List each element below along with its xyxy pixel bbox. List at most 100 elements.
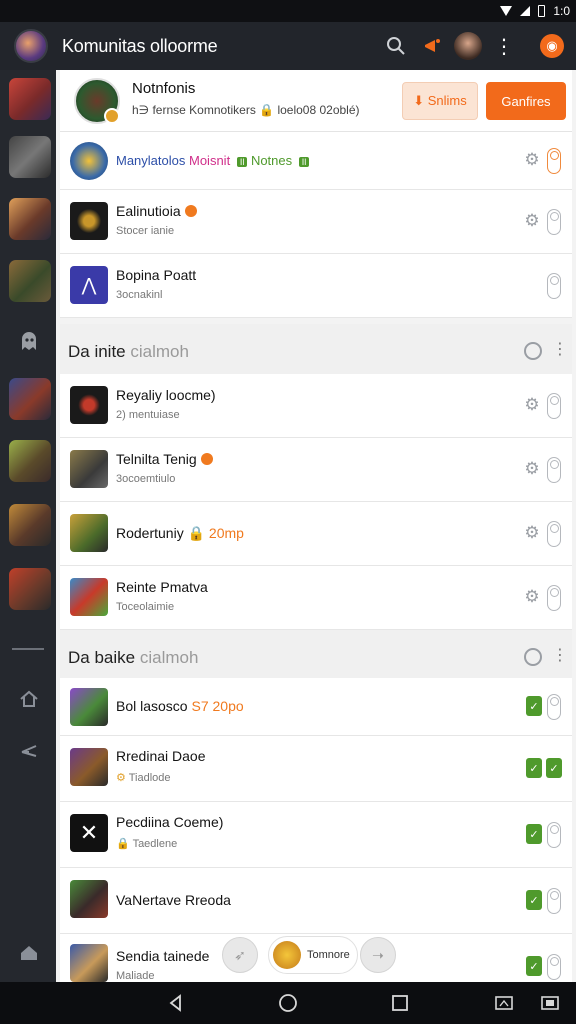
recents-icon[interactable] [388,991,412,1015]
leaf-icon[interactable]: ✓ [526,696,542,716]
item-title: Pecdiina Coeme) [116,814,224,830]
settings-circle-icon[interactable] [524,648,542,666]
leaf-icon[interactable]: ✓ [526,824,542,844]
toggle[interactable] [547,457,561,483]
toggle[interactable] [547,393,561,419]
rail-community-4[interactable] [9,260,51,302]
list-item[interactable]: Rredinai Daoe ⚙ Tiadlode ✓ ✓ [60,736,572,802]
toggle[interactable] [547,273,561,299]
item-title: Bopina Poatt [116,267,197,283]
more-vert-icon[interactable]: ⋮ [552,645,568,665]
rail-community-3[interactable] [9,198,51,240]
gear-icon[interactable]: ⚙ [522,587,542,607]
wifi-icon [500,6,513,16]
orange-circle-icon[interactable]: ◉ [540,34,564,58]
screenshot-icon[interactable] [492,991,516,1015]
item-subtitle: Stocer ianie [116,225,175,237]
list-item[interactable]: ✕ Pecdiina Coeme) 🔒 Taedlene ✓ [60,802,572,868]
toggle[interactable] [547,888,561,914]
gear-icon[interactable]: ⚙ [522,523,542,543]
item-title: Sendia tainede [116,948,210,964]
gear-icon[interactable]: ⚙ [522,211,542,231]
app-header: Komunitas olloorme ⋮ ◉ [0,22,576,70]
gallery-icon[interactable] [538,991,562,1015]
item-subtitle: ⚙ Tiadlode [116,772,171,784]
list-item[interactable]: Bol lasosco S7 20po ✓ [60,678,572,736]
item-thumbnail [70,688,108,726]
rail-community-8[interactable] [9,568,51,610]
list-item[interactable]: Reinte Pmatva Toceolaimie ⚙ [60,566,572,630]
status-bar: 1:0 [0,0,576,22]
section-title: Da baike cialmoh [68,648,199,667]
item-title: VaNertave Rreoda [116,892,231,908]
leaf-icon[interactable]: ✓ [526,956,542,976]
item-thumbnail: ⋀ [70,266,108,304]
toggle[interactable] [547,209,561,235]
section-header: Da baike cialmoh ⋮ [60,630,572,684]
badge-icon [104,108,120,124]
back-circle-button[interactable]: ➶ [222,937,258,973]
leaf-icon[interactable]: ✓ [526,890,542,910]
item-subtitle: Maliade [116,970,155,982]
forward-circle-button[interactable]: ➝ [360,937,396,973]
toggle[interactable] [547,148,561,174]
item-thumbnail [70,514,108,552]
battery-icon [538,5,546,17]
rail-community-5[interactable] [9,378,51,420]
leaf-icon[interactable]: ✓ [526,758,542,778]
rail-community-6[interactable] [9,440,51,482]
item-thumbnail: ✕ [70,814,108,852]
toggle[interactable] [547,585,561,611]
item-thumbnail [70,142,108,180]
rail-community-1[interactable] [9,78,51,120]
megaphone-icon[interactable] [418,32,446,60]
home-icon[interactable] [16,686,42,712]
leaf-icon[interactable]: ✓ [546,758,562,778]
floating-pill[interactable]: Tomnore [268,936,358,974]
item-tag: 20mp [208,525,244,541]
chat-icon[interactable] [16,940,42,966]
item-title: Ealinutioia [116,203,197,219]
search-icon[interactable] [382,32,410,60]
gear-icon[interactable]: ⚙ [522,459,542,479]
item-title: Reinte Pmatva [116,579,208,595]
pill-label: Tomnore [307,949,350,961]
list-item[interactable]: Telnilta Tenig 3ocoemtiulo ⚙ [60,438,572,502]
toggle[interactable] [547,954,561,980]
item-title: Reyaliy loocme) [116,387,216,403]
ghost-icon[interactable] [16,328,42,354]
toggle[interactable] [547,521,561,547]
item-subtitle: 2) mentuiase [116,409,180,421]
list-item[interactable]: VaNertave Rreoda ✓ [60,868,572,934]
more-vert-icon[interactable]: ⋮ [552,339,568,359]
item-title: Manylatolos Moisnit Il Notnes Il [116,153,310,168]
item-title: Rodertuniy 🔒 20mp [116,525,244,541]
community-card: Notnfonis h∋ fernse Komnotikers 🔒 loelo0… [60,70,572,132]
item-subtitle: 3ocnakinl [116,289,163,301]
gear-icon[interactable]: ⚙ [522,150,542,170]
item-subtitle: Toceolaimie [116,601,175,613]
arrow-icon[interactable] [16,738,42,764]
community-avatar[interactable] [14,29,48,63]
status-time: 1:0 [553,4,570,18]
rail-community-7[interactable] [9,504,51,546]
item-subtitle: 🔒 Taedlene [116,838,178,850]
toggle[interactable] [547,822,561,848]
more-vert-icon[interactable]: ⋮ [490,32,518,60]
list-item[interactable]: Ealinutioia Stocer ianie ⚙ [60,190,572,254]
user-avatar[interactable] [454,32,482,60]
toggle[interactable] [547,694,561,720]
settings-circle-icon[interactable] [524,342,542,360]
system-nav-bar [0,982,576,1024]
list-item[interactable]: Reyaliy loocme) 2) mentuiase ⚙ [60,374,572,438]
list-item[interactable]: Manylatolos Moisnit Il Notnes Il ⚙ [60,132,572,190]
gear-icon[interactable]: ⚙ [522,395,542,415]
item-thumbnail [70,578,108,616]
secondary-button[interactable]: ⬇ Snlims [402,82,478,120]
list-item[interactable]: Rodertuniy 🔒 20mp ⚙ [60,502,572,566]
rail-community-2[interactable] [9,136,51,178]
primary-button[interactable]: Ganfires [486,82,566,120]
back-icon[interactable] [164,991,188,1015]
home-circle-icon[interactable] [276,991,300,1015]
list-item[interactable]: ⋀ Bopina Poatt 3ocnakinl [60,254,572,318]
